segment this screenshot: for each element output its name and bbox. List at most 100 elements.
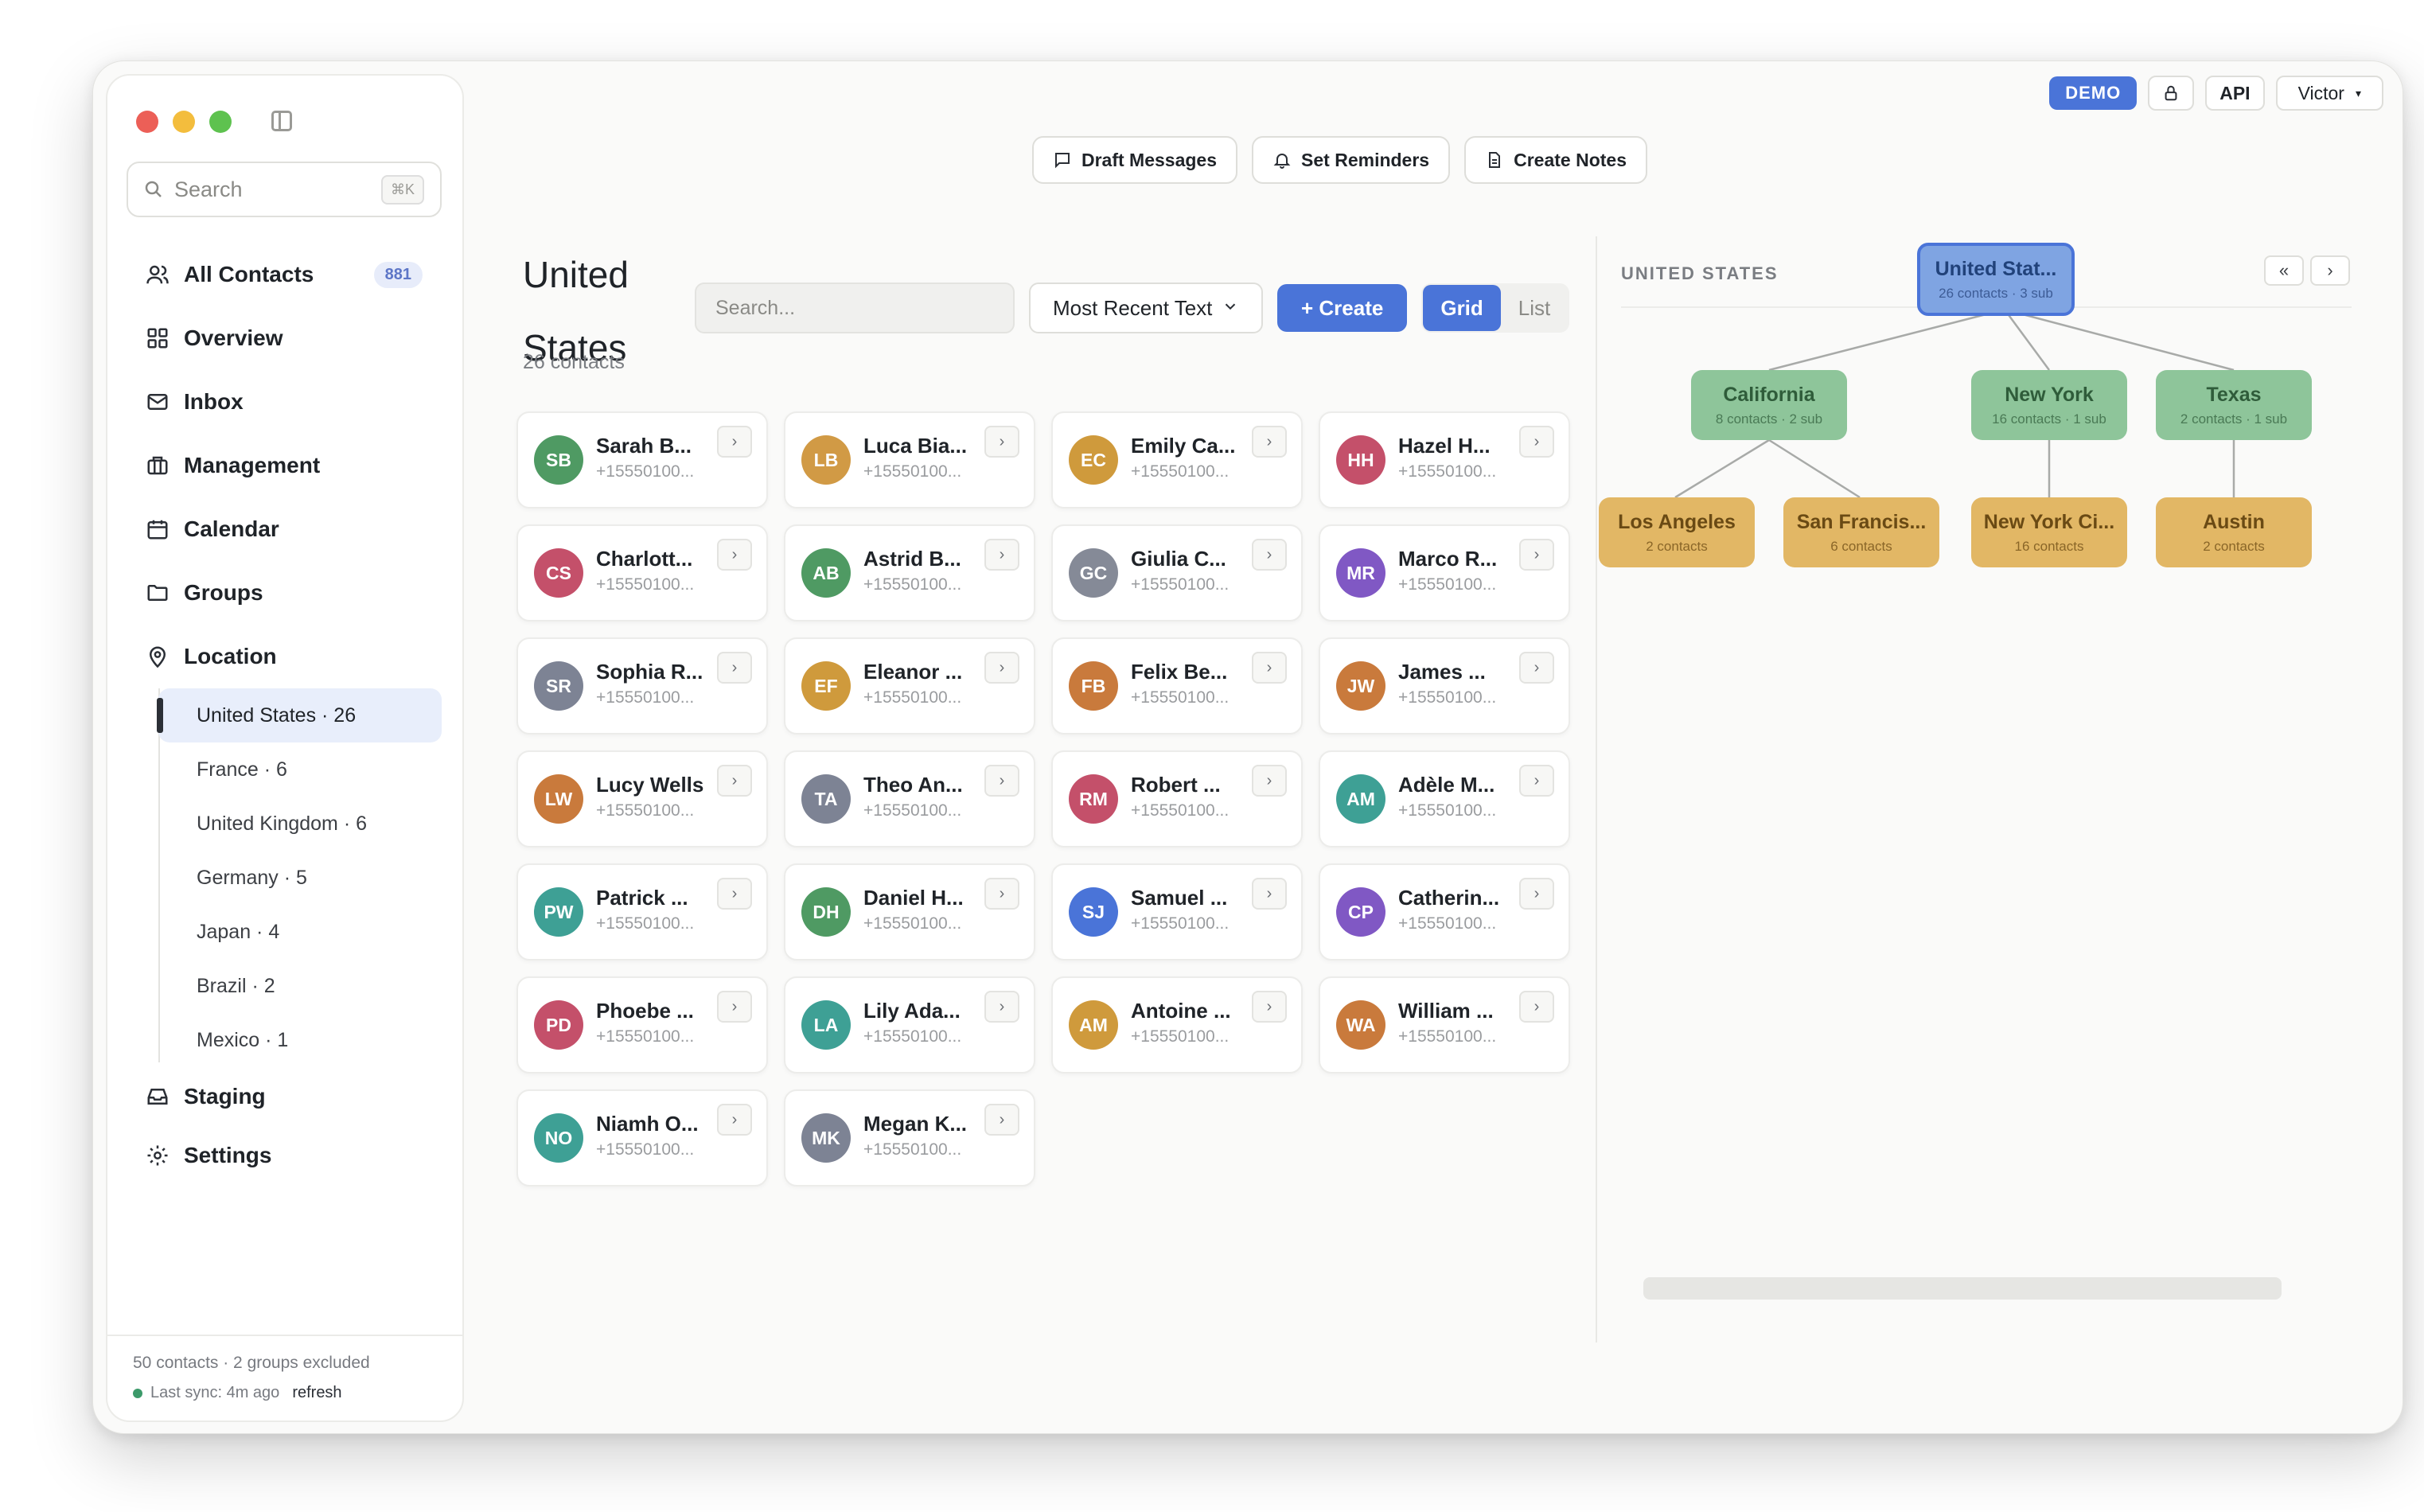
location-item-japan[interactable]: Japan · 4: [158, 905, 442, 959]
tree-node-new-york[interactable]: New York 16 contacts · 1 sub: [1971, 370, 2127, 440]
draft-messages-button[interactable]: Draft Messages: [1032, 136, 1238, 184]
chevron-right-icon[interactable]: ›: [984, 765, 1019, 797]
contact-card[interactable]: EF Eleanor ... +15550100... ›: [784, 637, 1035, 735]
tree-node-california[interactable]: California 8 contacts · 2 sub: [1691, 370, 1847, 440]
list-view-button[interactable]: List: [1501, 285, 1568, 331]
chevron-right-icon[interactable]: ›: [1252, 652, 1287, 684]
contact-card[interactable]: JW James ... +15550100... ›: [1319, 637, 1570, 735]
close-window-button[interactable]: [136, 111, 158, 133]
chevron-right-icon[interactable]: ›: [1519, 878, 1554, 910]
chevron-right-icon[interactable]: ›: [717, 426, 752, 458]
chevron-right-icon[interactable]: ›: [1519, 991, 1554, 1023]
sidebar-search[interactable]: Search ⌘K: [127, 162, 442, 217]
nav-all-contacts[interactable]: All Contacts 881: [127, 243, 442, 306]
contact-card[interactable]: LW Lucy Wells +15550100... ›: [516, 750, 768, 848]
contact-name: Felix Be...: [1131, 660, 1228, 684]
sidebar-toggle-icon[interactable]: [271, 111, 292, 131]
refresh-link[interactable]: refresh: [292, 1384, 341, 1402]
contact-card[interactable]: PW Patrick ... +15550100... ›: [516, 863, 768, 961]
contact-card[interactable]: TA Theo An... +15550100... ›: [784, 750, 1035, 848]
create-button[interactable]: + Create: [1277, 284, 1408, 332]
contact-card[interactable]: LA Lily Ada... +15550100... ›: [784, 976, 1035, 1074]
api-button[interactable]: API: [2205, 76, 2265, 111]
user-menu[interactable]: Victor ▾: [2275, 76, 2383, 111]
tree-node-new-york-city[interactable]: New York Ci... 16 contacts: [1971, 497, 2127, 567]
contact-card[interactable]: GC Giulia C... +15550100... ›: [1051, 524, 1303, 622]
chevron-right-icon[interactable]: ›: [1519, 652, 1554, 684]
contact-card[interactable]: PD Phoebe ... +15550100... ›: [516, 976, 768, 1074]
chevron-right-icon[interactable]: ›: [1519, 765, 1554, 797]
contact-card[interactable]: CS Charlott... +15550100... ›: [516, 524, 768, 622]
grid-view-button[interactable]: Grid: [1423, 285, 1501, 331]
chevron-right-icon[interactable]: ›: [1252, 539, 1287, 571]
tree-node-austin[interactable]: Austin 2 contacts: [2156, 497, 2312, 567]
tree-node-san-francisco[interactable]: San Francis... 6 contacts: [1783, 497, 1939, 567]
sort-select[interactable]: Most Recent Text: [1029, 283, 1263, 333]
contact-card[interactable]: SB Sarah B... +15550100... ›: [516, 411, 768, 509]
contact-card[interactable]: RM Robert ... +15550100... ›: [1051, 750, 1303, 848]
contact-card[interactable]: AM Adèle M... +15550100... ›: [1319, 750, 1570, 848]
contact-card[interactable]: LB Luca Bia... +15550100... ›: [784, 411, 1035, 509]
nav-groups[interactable]: Groups: [127, 561, 442, 625]
contact-card[interactable]: HH Hazel H... +15550100... ›: [1319, 411, 1570, 509]
tree-node-root[interactable]: United Stat... 26 contacts · 3 sub: [1917, 243, 2075, 316]
chevron-right-icon[interactable]: ›: [984, 652, 1019, 684]
contact-card[interactable]: AB Astrid B... +15550100... ›: [784, 524, 1035, 622]
contact-card[interactable]: FB Felix Be... +15550100... ›: [1051, 637, 1303, 735]
contact-card[interactable]: CP Catherin... +15550100... ›: [1319, 863, 1570, 961]
contacts-summary: 50 contacts · 2 groups excluded: [133, 1354, 370, 1372]
contact-card[interactable]: EC Emily Ca... +15550100... ›: [1051, 411, 1303, 509]
set-reminders-label: Set Reminders: [1301, 149, 1430, 170]
contacts-search-input[interactable]: Search...: [695, 283, 1015, 333]
contact-card[interactable]: SR Sophia R... +15550100... ›: [516, 637, 768, 735]
chevron-right-icon[interactable]: ›: [1252, 765, 1287, 797]
contact-card[interactable]: MK Megan K... +15550100... ›: [784, 1089, 1035, 1187]
tree-node-texas[interactable]: Texas 2 contacts · 1 sub: [2156, 370, 2312, 440]
contact-name: Charlott...: [596, 547, 693, 571]
chevron-right-icon[interactable]: ›: [1252, 991, 1287, 1023]
create-notes-button[interactable]: Create Notes: [1464, 136, 1647, 184]
chevron-right-icon[interactable]: ›: [717, 539, 752, 571]
chevron-right-icon[interactable]: ›: [717, 991, 752, 1023]
minimize-window-button[interactable]: [173, 111, 195, 133]
nav-settings[interactable]: Settings: [127, 1126, 442, 1185]
contact-card[interactable]: MR Marco R... +15550100... ›: [1319, 524, 1570, 622]
tree-node-name: United Stat...: [1935, 257, 2057, 280]
lock-button[interactable]: [2148, 76, 2195, 111]
location-item-united-states[interactable]: United States · 26: [157, 688, 442, 742]
chevron-right-icon[interactable]: ›: [1519, 426, 1554, 458]
contact-card[interactable]: DH Daniel H... +15550100... ›: [784, 863, 1035, 961]
nav-calendar[interactable]: Calendar: [127, 497, 442, 561]
chevron-right-icon[interactable]: ›: [717, 878, 752, 910]
chevron-right-icon[interactable]: ›: [1519, 539, 1554, 571]
chevron-right-icon[interactable]: ›: [717, 765, 752, 797]
nav-staging[interactable]: Staging: [127, 1067, 442, 1126]
contact-card[interactable]: AM Antoine ... +15550100... ›: [1051, 976, 1303, 1074]
set-reminders-button[interactable]: Set Reminders: [1252, 136, 1451, 184]
nav-management[interactable]: Management: [127, 434, 442, 497]
location-item-brazil[interactable]: Brazil · 2: [158, 959, 442, 1013]
nav-overview[interactable]: Overview: [127, 306, 442, 370]
contact-card[interactable]: NO Niamh O... +15550100... ›: [516, 1089, 768, 1187]
chevron-right-icon[interactable]: ›: [984, 426, 1019, 458]
nav-inbox[interactable]: Inbox: [127, 370, 442, 434]
tree-node-name: Texas: [2206, 383, 2262, 406]
location-item-united-kingdom[interactable]: United Kingdom · 6: [158, 797, 442, 851]
chevron-right-icon[interactable]: ›: [717, 652, 752, 684]
maximize-window-button[interactable]: [209, 111, 232, 133]
chevron-right-icon[interactable]: ›: [1252, 878, 1287, 910]
location-item-mexico[interactable]: Mexico · 1: [158, 1013, 442, 1067]
chevron-right-icon[interactable]: ›: [717, 1104, 752, 1136]
contact-card[interactable]: WA William ... +15550100... ›: [1319, 976, 1570, 1074]
location-item-germany[interactable]: Germany · 5: [158, 851, 442, 905]
chevron-right-icon[interactable]: ›: [984, 1104, 1019, 1136]
location-item-france[interactable]: France · 6: [158, 742, 442, 797]
chevron-right-icon[interactable]: ›: [984, 991, 1019, 1023]
chevron-right-icon[interactable]: ›: [984, 539, 1019, 571]
chevron-right-icon[interactable]: ›: [984, 878, 1019, 910]
tree-node-los-angeles[interactable]: Los Angeles 2 contacts: [1599, 497, 1755, 567]
horizontal-scrollbar[interactable]: [1643, 1277, 2282, 1300]
chevron-right-icon[interactable]: ›: [1252, 426, 1287, 458]
nav-location[interactable]: Location: [127, 625, 442, 688]
contact-card[interactable]: SJ Samuel ... +15550100... ›: [1051, 863, 1303, 961]
